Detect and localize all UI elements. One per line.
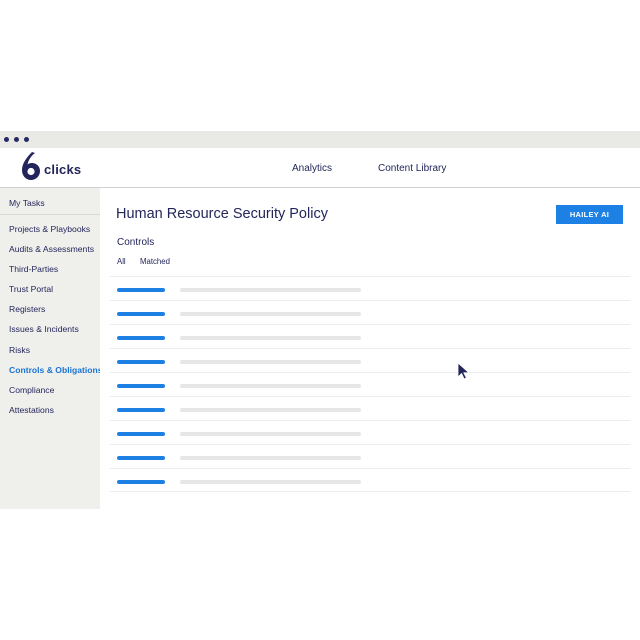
control-id-placeholder: [117, 288, 165, 292]
control-id-placeholder: [117, 384, 165, 388]
control-title-placeholder: [180, 360, 361, 364]
control-row[interactable]: [110, 276, 630, 300]
filter-tab-all[interactable]: All: [117, 257, 126, 266]
control-title-placeholder: [180, 432, 361, 436]
control-row[interactable]: [110, 444, 630, 468]
hailey-ai-button[interactable]: HAILEY AI: [556, 205, 623, 224]
top-navigation-bar: clicks Analytics Content Library: [0, 148, 640, 188]
brand-logo[interactable]: clicks: [20, 151, 90, 183]
mouse-pointer-icon: [457, 362, 471, 380]
nav-content-library[interactable]: Content Library: [378, 163, 446, 174]
filter-tab-matched[interactable]: Matched: [140, 257, 170, 266]
sidebar: My Tasks Projects & Playbooks Audits & A…: [0, 188, 103, 509]
controls-list: [110, 276, 630, 492]
window-controls: [4, 137, 29, 142]
control-row[interactable]: [110, 300, 630, 324]
control-id-placeholder: [117, 432, 165, 436]
sidebar-item-audits-assessments[interactable]: Audits & Assessments: [9, 244, 94, 254]
control-row[interactable]: [110, 468, 630, 492]
sidebar-item-registers[interactable]: Registers: [9, 304, 45, 314]
sidebar-item-projects-playbooks[interactable]: Projects & Playbooks: [9, 224, 90, 234]
control-title-placeholder: [180, 456, 361, 460]
control-id-placeholder: [117, 480, 165, 484]
nav-analytics[interactable]: Analytics: [292, 163, 332, 174]
control-row[interactable]: [110, 396, 630, 420]
sidebar-item-compliance[interactable]: Compliance: [9, 385, 54, 395]
control-id-placeholder: [117, 360, 165, 364]
control-row[interactable]: [110, 348, 630, 372]
control-id-placeholder: [117, 456, 165, 460]
sidebar-item-risks[interactable]: Risks: [9, 345, 30, 355]
control-row[interactable]: [110, 420, 630, 444]
control-title-placeholder: [180, 312, 361, 316]
window-dot-icon[interactable]: [4, 137, 9, 142]
sidebar-item-controls-obligations[interactable]: Controls & Obligations: [9, 365, 103, 375]
sidebar-divider: [0, 214, 100, 215]
window-dot-icon[interactable]: [14, 137, 19, 142]
sidebar-item-trust-portal[interactable]: Trust Portal: [9, 284, 53, 294]
control-title-placeholder: [180, 288, 361, 292]
sidebar-item-attestations[interactable]: Attestations: [9, 405, 54, 415]
control-title-placeholder: [180, 384, 361, 388]
window-titlebar: [0, 131, 640, 148]
control-id-placeholder: [117, 312, 165, 316]
brand-wordmark: clicks: [44, 162, 82, 177]
page-title: Human Resource Security Policy: [116, 206, 328, 222]
sidebar-item-my-tasks[interactable]: My Tasks: [9, 198, 45, 208]
control-row[interactable]: [110, 324, 630, 348]
control-title-placeholder: [180, 408, 361, 412]
app-window: clicks Analytics Content Library My Task…: [0, 131, 640, 509]
six-logo-icon: [22, 152, 40, 180]
main-content: Human Resource Security Policy HAILEY AI…: [100, 188, 640, 509]
control-title-placeholder: [180, 480, 361, 484]
sidebar-item-third-parties[interactable]: Third-Parties: [9, 264, 58, 274]
window-dot-icon[interactable]: [24, 137, 29, 142]
sidebar-item-issues-incidents[interactable]: Issues & Incidents: [9, 324, 79, 334]
control-row[interactable]: [110, 372, 630, 396]
controls-heading: Controls: [117, 237, 155, 248]
control-title-placeholder: [180, 336, 361, 340]
control-id-placeholder: [117, 336, 165, 340]
control-id-placeholder: [117, 408, 165, 412]
